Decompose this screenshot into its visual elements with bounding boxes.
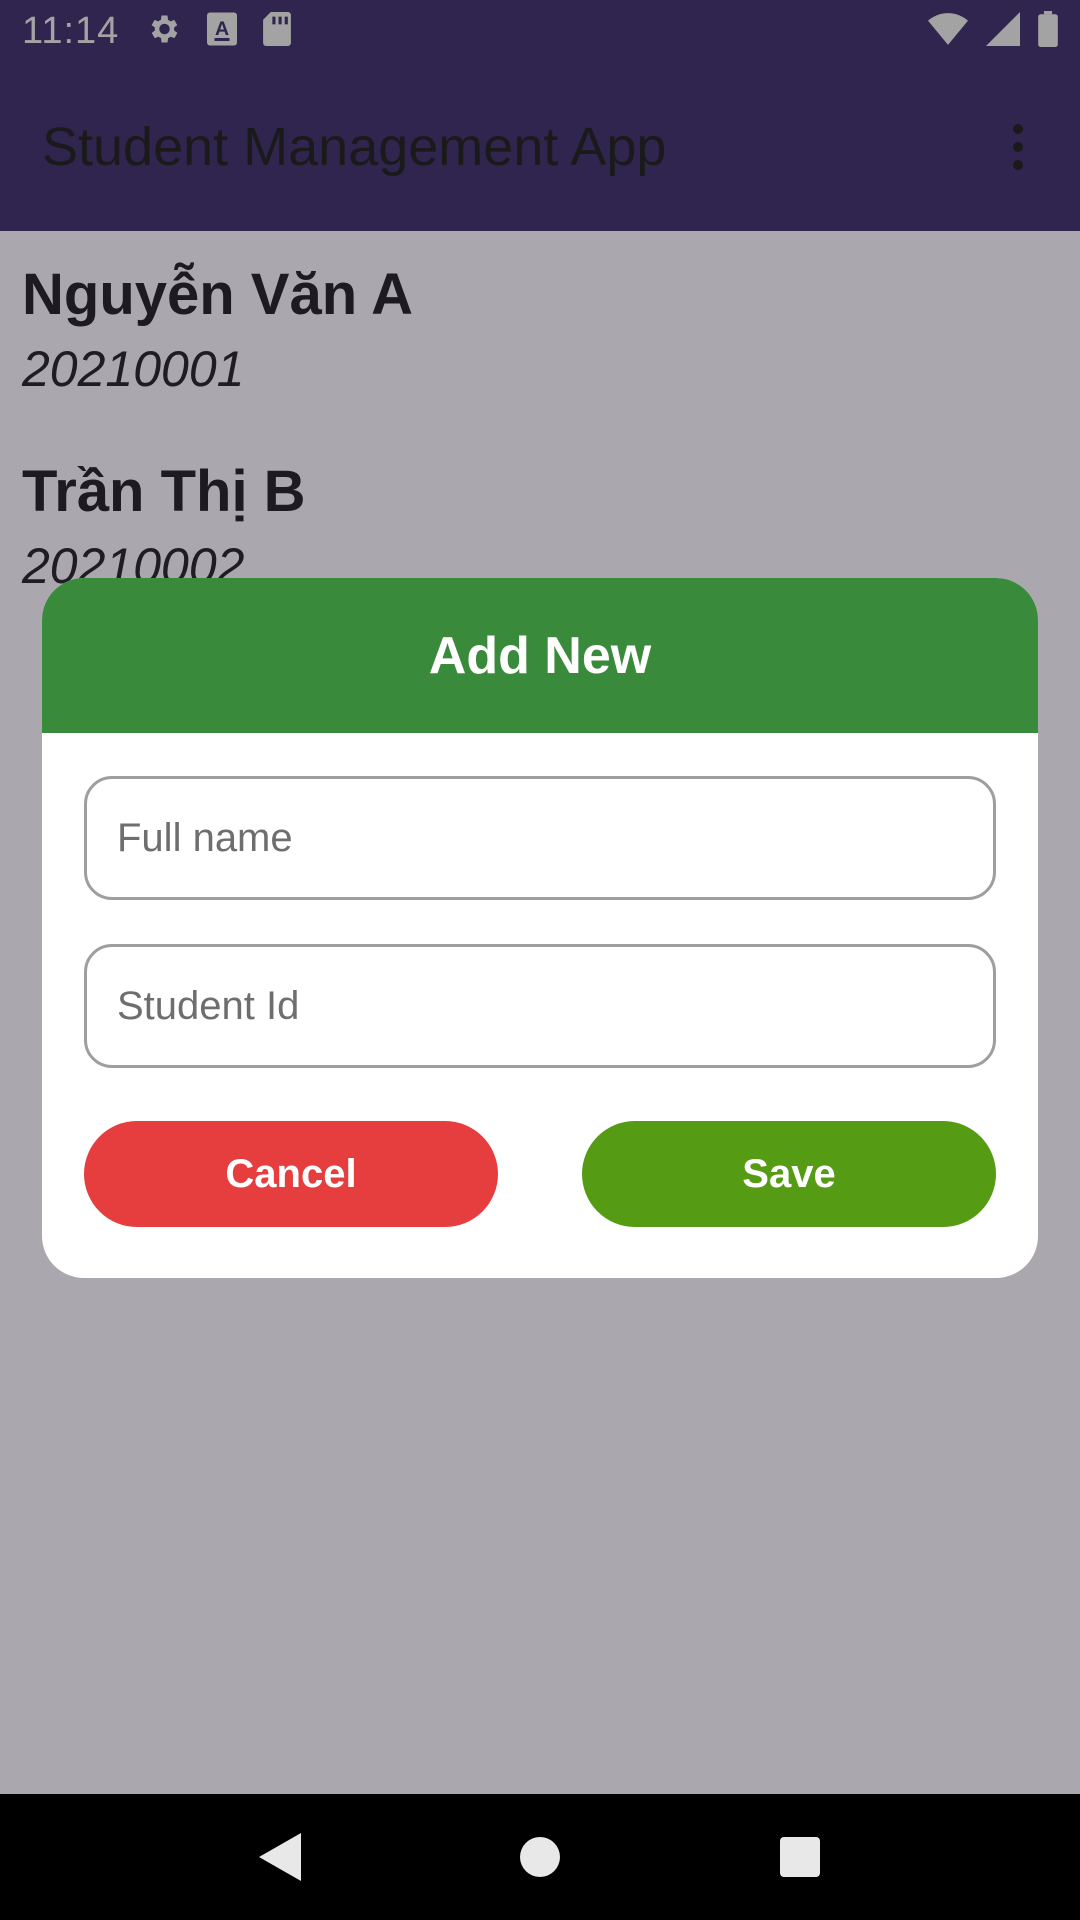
add-student-dialog: Add New Cancel Save [42,578,1038,1278]
screen: 11:14 A Student Management App Nguyễn Vă… [0,0,1080,1920]
home-icon[interactable] [495,1812,585,1902]
student-id-field[interactable] [84,944,996,1068]
save-button[interactable]: Save [582,1121,996,1227]
dialog-header: Add New [42,578,1038,733]
cancel-button[interactable]: Cancel [84,1121,498,1227]
dialog-title: Add New [428,626,652,685]
nav-bar [0,1794,1080,1920]
back-icon[interactable] [235,1812,325,1902]
student-id-input[interactable] [117,983,963,1029]
full-name-input[interactable] [117,815,963,861]
full-name-field[interactable] [84,776,996,900]
top-scrim [0,0,1080,231]
recents-icon[interactable] [755,1812,845,1902]
